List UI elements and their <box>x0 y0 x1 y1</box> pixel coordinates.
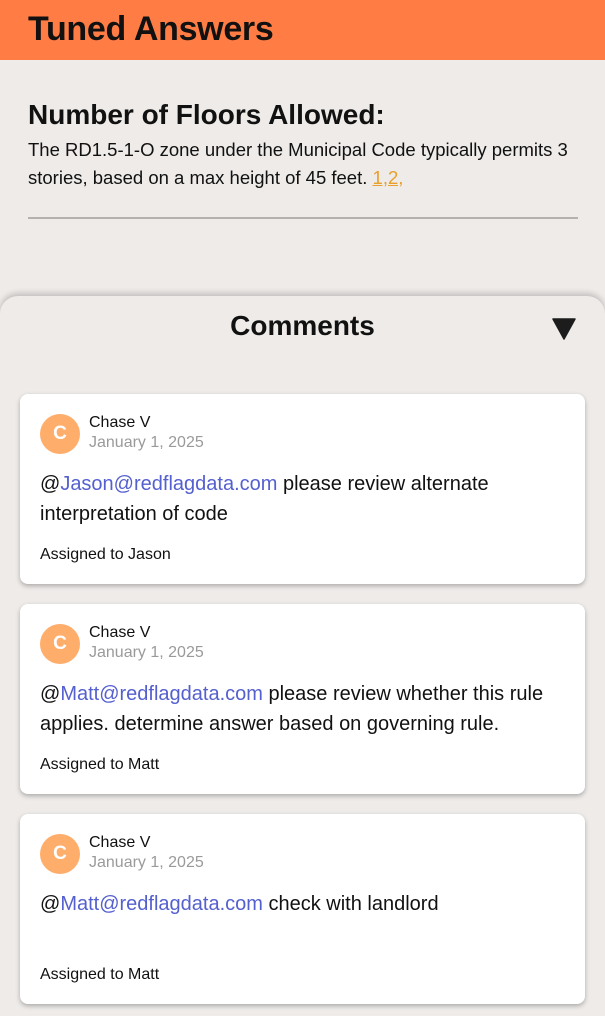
mention-link[interactable]: Jason@redflagdata.com <box>60 473 277 495</box>
avatar: C <box>40 624 80 664</box>
answer-title: Number of Floors Allowed: <box>28 99 385 130</box>
mention-at: @ <box>40 893 61 915</box>
comment-card: C Chase V January 1, 2025 @Matt@redflagd… <box>20 604 585 794</box>
avatar: C <box>40 414 80 454</box>
comment-author: Chase V <box>89 834 151 851</box>
comment-author: Chase V <box>89 414 151 431</box>
divider <box>28 217 578 219</box>
comment-author: Chase V <box>89 624 151 641</box>
comment-text: @Jason@redflagdata.com please review alt… <box>40 469 565 529</box>
comment-text: @Matt@redflagdata.com please review whet… <box>40 679 565 739</box>
comment-date: January 1, 2025 <box>89 434 204 451</box>
assigned-label: Assigned to Matt <box>40 966 160 983</box>
comment-date: January 1, 2025 <box>89 644 204 661</box>
mention-link[interactable]: Matt@redflagdata.com <box>60 683 263 705</box>
comment-date: January 1, 2025 <box>89 854 204 871</box>
mention-at: @ <box>40 683 61 705</box>
comment-body: check with landlord <box>262 893 439 915</box>
avatar: C <box>40 834 80 874</box>
mention-at: @ <box>40 473 61 495</box>
assigned-label: Assigned to Matt <box>40 756 160 773</box>
comment-card: C Chase V January 1, 2025 @Matt@redflagd… <box>20 814 585 1004</box>
citation-links[interactable]: 1,2, <box>373 167 404 188</box>
mention-link[interactable]: Matt@redflagdata.com <box>60 893 263 915</box>
answer-section: Number of Floors Allowed: The RD1.5-1-O … <box>28 96 578 192</box>
triangle-down-icon[interactable] <box>552 318 576 340</box>
answer-body: The RD1.5-1-O zone under the Municipal C… <box>28 136 578 192</box>
assigned-label: Assigned to Jason <box>40 546 171 563</box>
comments-panel: Comments C Chase V January 1, 2025 @Jaso… <box>0 296 605 1016</box>
app-title: Tuned Answers <box>28 10 274 48</box>
answer-text: The RD1.5-1-O zone under the Municipal C… <box>28 139 568 188</box>
comment-text: @Matt@redflagdata.com check with landlor… <box>40 889 565 919</box>
app-header: Tuned Answers <box>0 0 605 60</box>
comment-card: C Chase V January 1, 2025 @Jason@redflag… <box>20 394 585 584</box>
comments-title: Comments <box>230 310 375 341</box>
